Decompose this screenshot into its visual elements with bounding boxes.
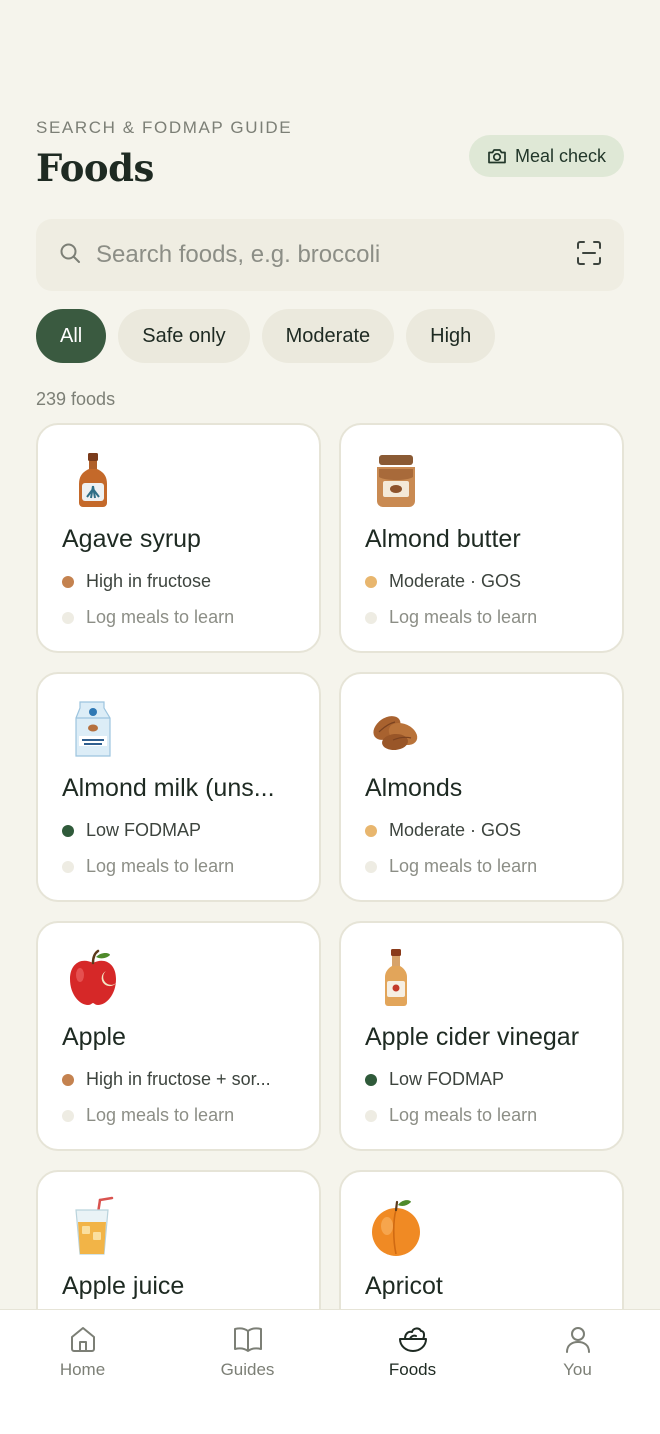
status-dot-high (62, 575, 74, 588)
nav-item-guides[interactable]: Guides (165, 1310, 330, 1434)
page-header: SEARCH & FODMAP GUIDE Foods Meal check (36, 118, 624, 198)
filter-chip-moderate[interactable]: Moderate (261, 309, 395, 363)
food-name: Apple cider vinegar (365, 1023, 580, 1051)
status-dot-moderate (365, 824, 377, 837)
status-dot-high (62, 1073, 74, 1086)
food-name: Almonds (365, 774, 463, 802)
salad-bowl-icon (398, 1327, 427, 1352)
apple-icon (70, 949, 116, 1005)
nav-label-you: You (563, 1360, 592, 1379)
log-hint: Log meals to learn (62, 856, 303, 877)
log-hint: Log meals to learn (365, 856, 606, 877)
fodmap-status: High in fructose (62, 571, 303, 592)
almond-butter-jar-icon (377, 455, 415, 507)
food-name: Almond milk (uns... (62, 774, 275, 802)
meal-check-button[interactable]: Meal check (468, 135, 624, 177)
book-icon (233, 1327, 262, 1352)
status-dot-low (62, 824, 74, 837)
filter-chip-high[interactable]: High (406, 309, 496, 363)
meal-check-label: Meal check (514, 145, 606, 166)
nav-label-guides: Guides (220, 1360, 275, 1379)
apricot-icon (372, 1200, 420, 1256)
status-dot-low (365, 1073, 377, 1086)
agave-syrup-bottle-icon (79, 453, 107, 507)
log-hint: Log meals to learn (62, 607, 303, 628)
home-icon (70, 1327, 95, 1352)
fodmap-status: Low FODMAP (365, 1069, 606, 1090)
food-name: Agave syrup (62, 525, 201, 553)
juice-glass-icon (75, 1196, 114, 1255)
almond-milk-carton-icon (75, 701, 111, 757)
food-name: Almond butter (365, 525, 521, 553)
fodmap-status: Moderate · GOS (365, 571, 606, 592)
log-dot (365, 611, 377, 624)
page-eyebrow: SEARCH & FODMAP GUIDE (36, 118, 293, 137)
scan-icon[interactable] (576, 240, 602, 271)
log-hint: Log meals to learn (62, 1105, 303, 1126)
log-dot (62, 860, 74, 873)
fodmap-status: High in fructose + sor... (62, 1069, 303, 1090)
fodmap-status: Moderate · GOS (365, 820, 606, 841)
log-hint: Log meals to learn (365, 607, 606, 628)
nav-item-you[interactable]: You (495, 1310, 660, 1434)
status-dot-moderate (365, 575, 377, 588)
bottom-nav: Home Guides Foods You (0, 1309, 660, 1434)
nav-item-foods[interactable]: Foods (330, 1310, 495, 1434)
food-card[interactable]: Apricot (339, 1170, 624, 1309)
food-card[interactable]: Apple High in fructose + sor... Log meal… (36, 921, 321, 1151)
vinegar-bottle-icon (385, 949, 407, 1006)
food-card[interactable]: Almond milk (uns... Low FODMAP Log meals… (36, 672, 321, 902)
filter-chip-all[interactable]: All (36, 309, 107, 363)
nav-label-foods: Foods (388, 1360, 437, 1379)
nav-item-home[interactable]: Home (0, 1310, 165, 1434)
log-hint: Log meals to learn (365, 1105, 606, 1126)
result-count: 239 foods (36, 389, 116, 409)
food-card[interactable]: Apple juice (36, 1170, 321, 1309)
food-name: Apple juice (62, 1272, 185, 1300)
filter-chip-safe-only[interactable]: Safe only (118, 309, 250, 363)
nav-label-home: Home (59, 1360, 106, 1379)
log-dot (365, 860, 377, 873)
camera-icon (487, 147, 507, 165)
person-icon (565, 1327, 590, 1353)
log-dot (62, 1109, 74, 1122)
log-dot (365, 1109, 377, 1122)
food-name: Apple (62, 1023, 126, 1051)
log-dot (62, 611, 74, 624)
almonds-icon (373, 716, 418, 751)
food-card[interactable]: Agave syrup High in fructose Log meals t… (36, 423, 321, 653)
fodmap-status: Low FODMAP (62, 820, 303, 841)
filter-chips: All Safe only Moderate High (36, 309, 496, 363)
search-input[interactable] (96, 241, 576, 269)
page-title: Foods (36, 146, 154, 190)
food-card[interactable]: Apple cider vinegar Low FODMAP Log meals… (339, 921, 624, 1151)
search-bar (36, 219, 624, 291)
food-card[interactable]: Almonds Moderate · GOS Log meals to lear… (339, 672, 624, 902)
food-card[interactable]: Almond butter Moderate · GOS Log meals t… (339, 423, 624, 653)
search-icon (58, 241, 82, 270)
food-name: Apricot (365, 1272, 443, 1300)
food-grid: Agave syrup High in fructose Log meals t… (36, 423, 624, 1309)
